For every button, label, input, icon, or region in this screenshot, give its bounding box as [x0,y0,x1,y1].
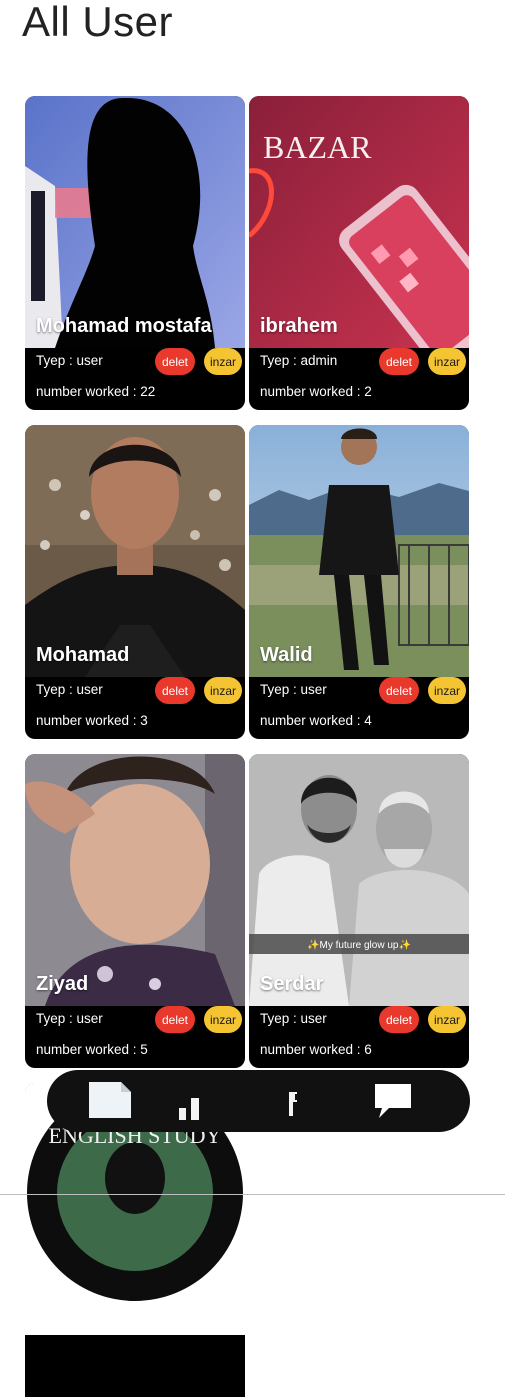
user-card[interactable]: Mohamad Tyep : user delet inzar number w… [25,425,245,739]
delete-button[interactable]: delet [155,1006,195,1033]
page-title: All User [22,0,174,45]
user-photo [249,425,469,677]
user-card[interactable]: Mohamad mostafa Tyep : user delet inzar … [25,96,245,410]
document-icon[interactable] [87,1080,133,1125]
photo-caption: ✨My future glow up✨ [307,939,411,951]
number-worked: number worked : 2 [260,384,372,399]
user-name: Mohamad mostafa [36,315,212,337]
user-card[interactable]: ✨My future glow up✨ Serdar Tyep : user d… [249,754,469,1068]
inzar-button[interactable]: inzar [204,677,242,704]
number-worked: number worked : 4 [260,713,372,728]
user-name: Walid [260,644,313,666]
user-type: Tyep : user [260,682,327,697]
user-photo [25,754,245,1006]
user-name: ibrahem [260,315,338,337]
user-type: Tyep : admin [260,353,338,368]
inzar-button[interactable]: inzar [204,348,242,375]
number-worked: number worked : 3 [36,713,148,728]
chat-bubble-icon[interactable] [373,1082,413,1125]
delete-button[interactable]: delet [379,348,419,375]
user-type: Tyep : user [36,1011,103,1026]
inzar-button[interactable]: inzar [428,1006,466,1033]
delete-button[interactable]: delet [379,1006,419,1033]
user-name: Ziyad [36,973,89,995]
number-worked: number worked : 5 [36,1042,148,1057]
user-type: Tyep : user [36,682,103,697]
user-type: Tyep : user [260,1011,327,1026]
inzar-button[interactable]: inzar [428,677,466,704]
user-name: Mohamad [36,644,130,666]
divider [0,1194,505,1195]
bar-chart-icon[interactable] [177,1096,203,1125]
photo-logo-text: BAZAR [263,129,372,165]
inzar-button[interactable]: inzar [204,1006,242,1033]
number-worked: number worked : 22 [36,384,156,399]
user-photo [25,96,245,348]
user-card[interactable]: Walid Tyep : user delet inzar number wor… [249,425,469,739]
phone-icon[interactable] [287,1088,301,1123]
user-photo: ✨My future glow up✨ [249,754,469,1006]
delete-button[interactable]: delet [379,677,419,704]
user-card[interactable]: BAZAR ibrahem Tyep : admin delet inzar n… [249,96,469,410]
bottom-nav-bar [47,1070,470,1132]
delete-button[interactable]: delet [155,677,195,704]
user-type: Tyep : user [36,353,103,368]
inzar-button[interactable]: inzar [428,348,466,375]
user-card[interactable]: Ziyad Tyep : user delet inzar number wor… [25,754,245,1068]
user-photo [25,425,245,677]
user-name: Serdar [260,973,324,995]
delete-button[interactable]: delet [155,348,195,375]
number-worked: number worked : 6 [260,1042,372,1057]
user-photo: BAZAR [249,96,469,348]
